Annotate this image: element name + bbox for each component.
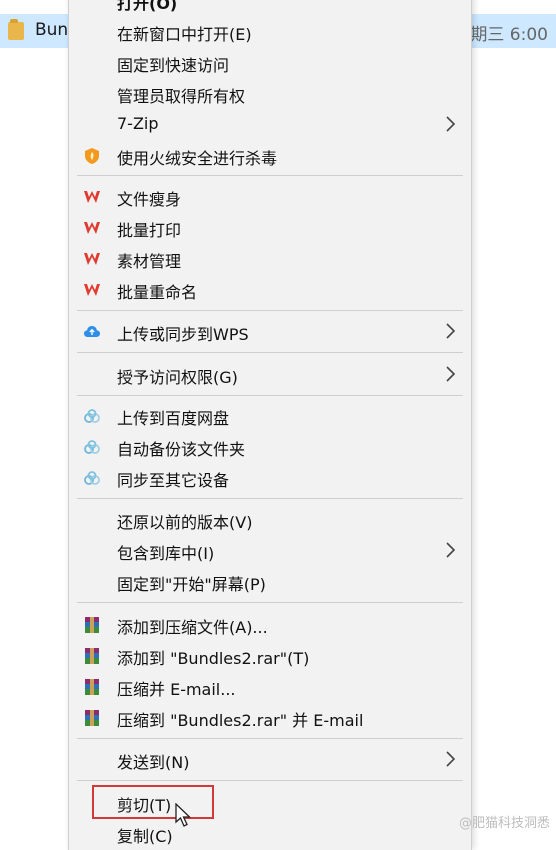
menu-item-restore-versions[interactable]: 还原以前的版本(V) (69, 505, 471, 535)
menu-item-sync-devices[interactable]: 同步至其它设备 (69, 463, 471, 493)
chevron-right-icon (443, 541, 457, 559)
menu-item-label: 上传到百度网盘 (117, 405, 229, 429)
menu-separator (77, 780, 463, 781)
menu-item-material-manage[interactable]: 素材管理 (69, 244, 471, 274)
menu-item-label: 固定到"开始"屏幕(P) (117, 571, 266, 595)
winrar-icon (83, 709, 101, 727)
file-date: 期三 6:00 (470, 20, 548, 45)
menu-item-label: 还原以前的版本(V) (117, 509, 252, 533)
menu-item-open[interactable]: 打开(O) (69, 0, 471, 16)
menu-item-label: 同步至其它设备 (117, 467, 229, 491)
wps-icon (83, 250, 101, 268)
context-menu: 打开(O) 在新窗口中打开(E) 固定到快速访问 管理员取得所有权 7-Zip … (68, 0, 472, 850)
menu-item-label: 包含到库中(I) (117, 540, 214, 564)
menu-separator (77, 602, 463, 603)
menu-separator (77, 395, 463, 396)
menu-item-label: 管理员取得所有权 (117, 83, 245, 107)
menu-item-batch-print[interactable]: 批量打印 (69, 213, 471, 243)
chevron-right-icon (443, 322, 457, 340)
winrar-icon (83, 678, 101, 696)
chevron-right-icon (443, 750, 457, 768)
menu-item-compress-bundles-email[interactable]: 压缩到 "Bundles2.rar" 并 E-mail (69, 703, 471, 733)
folder-icon (8, 22, 24, 40)
chevron-right-icon (443, 365, 457, 383)
menu-item-send-to[interactable]: 发送到(N) (69, 745, 471, 775)
menu-item-label: 上传或同步到WPS (117, 321, 249, 345)
menu-item-label: 压缩到 "Bundles2.rar" 并 E-mail (117, 707, 363, 731)
wps-icon (83, 188, 101, 206)
menu-item-pin-quick-access[interactable]: 固定到快速访问 (69, 48, 471, 78)
menu-item-take-ownership[interactable]: 管理员取得所有权 (69, 79, 471, 109)
menu-item-upload-wps[interactable]: 上传或同步到WPS (69, 317, 471, 347)
wps-icon (83, 281, 101, 299)
baidu-netdisk-icon (83, 407, 101, 425)
menu-item-pin-start[interactable]: 固定到"开始"屏幕(P) (69, 567, 471, 597)
menu-item-label: 授予访问权限(G) (117, 364, 238, 388)
mouse-cursor-icon (175, 803, 193, 829)
menu-item-label: 压缩并 E-mail... (117, 676, 236, 700)
menu-item-label: 7-Zip (117, 114, 159, 133)
chevron-right-icon (443, 115, 457, 133)
menu-item-label: 添加到压缩文件(A)... (117, 614, 268, 638)
menu-item-label: 批量打印 (117, 217, 181, 241)
menu-item-auto-backup[interactable]: 自动备份该文件夹 (69, 432, 471, 462)
menu-item-copy[interactable]: 复制(C) (69, 819, 471, 849)
menu-separator (77, 498, 463, 499)
baidu-netdisk-icon (83, 438, 101, 456)
winrar-icon (83, 647, 101, 665)
file-name: Bun (35, 20, 68, 40)
baidu-netdisk-icon (83, 469, 101, 487)
menu-item-include-library[interactable]: 包含到库中(I) (69, 536, 471, 566)
menu-item-label: 文件瘦身 (117, 186, 181, 210)
highlight-box (92, 785, 214, 819)
menu-item-open-new-window[interactable]: 在新窗口中打开(E) (69, 17, 471, 47)
menu-item-label: 素材管理 (117, 248, 181, 272)
cloud-upload-icon (83, 323, 101, 341)
menu-item-label: 添加到 "Bundles2.rar"(T) (117, 645, 309, 669)
menu-item-batch-rename[interactable]: 批量重命名 (69, 275, 471, 305)
menu-separator (77, 310, 463, 311)
menu-item-label: 固定到快速访问 (117, 52, 229, 76)
menu-item-file-slim[interactable]: 文件瘦身 (69, 182, 471, 212)
menu-item-label: 复制(C) (117, 823, 173, 847)
huorong-shield-icon (83, 147, 101, 165)
menu-item-label: 使用火绒安全进行杀毒 (117, 145, 277, 169)
menu-separator (77, 738, 463, 739)
menu-item-grant-access[interactable]: 授予访问权限(G) (69, 360, 471, 390)
menu-item-huorong-scan[interactable]: 使用火绒安全进行杀毒 (69, 141, 471, 171)
winrar-icon (83, 616, 101, 634)
menu-separator (77, 175, 463, 176)
menu-item-compress-email[interactable]: 压缩并 E-mail... (69, 672, 471, 702)
menu-item-label: 在新窗口中打开(E) (117, 21, 252, 45)
menu-item-label: 批量重命名 (117, 279, 197, 303)
wps-icon (83, 219, 101, 237)
menu-item-label: 发送到(N) (117, 749, 189, 773)
menu-item-upload-baidu[interactable]: 上传到百度网盘 (69, 401, 471, 431)
watermark-text: @肥猫科技洞悉 (459, 812, 550, 831)
menu-item-add-archive[interactable]: 添加到压缩文件(A)... (69, 610, 471, 640)
menu-item-label: 打开(O) (117, 0, 177, 14)
menu-separator (77, 352, 463, 353)
menu-item-add-bundles-rar[interactable]: 添加到 "Bundles2.rar"(T) (69, 641, 471, 671)
menu-item-label: 自动备份该文件夹 (117, 436, 245, 460)
menu-item-7zip[interactable]: 7-Zip (69, 110, 471, 140)
